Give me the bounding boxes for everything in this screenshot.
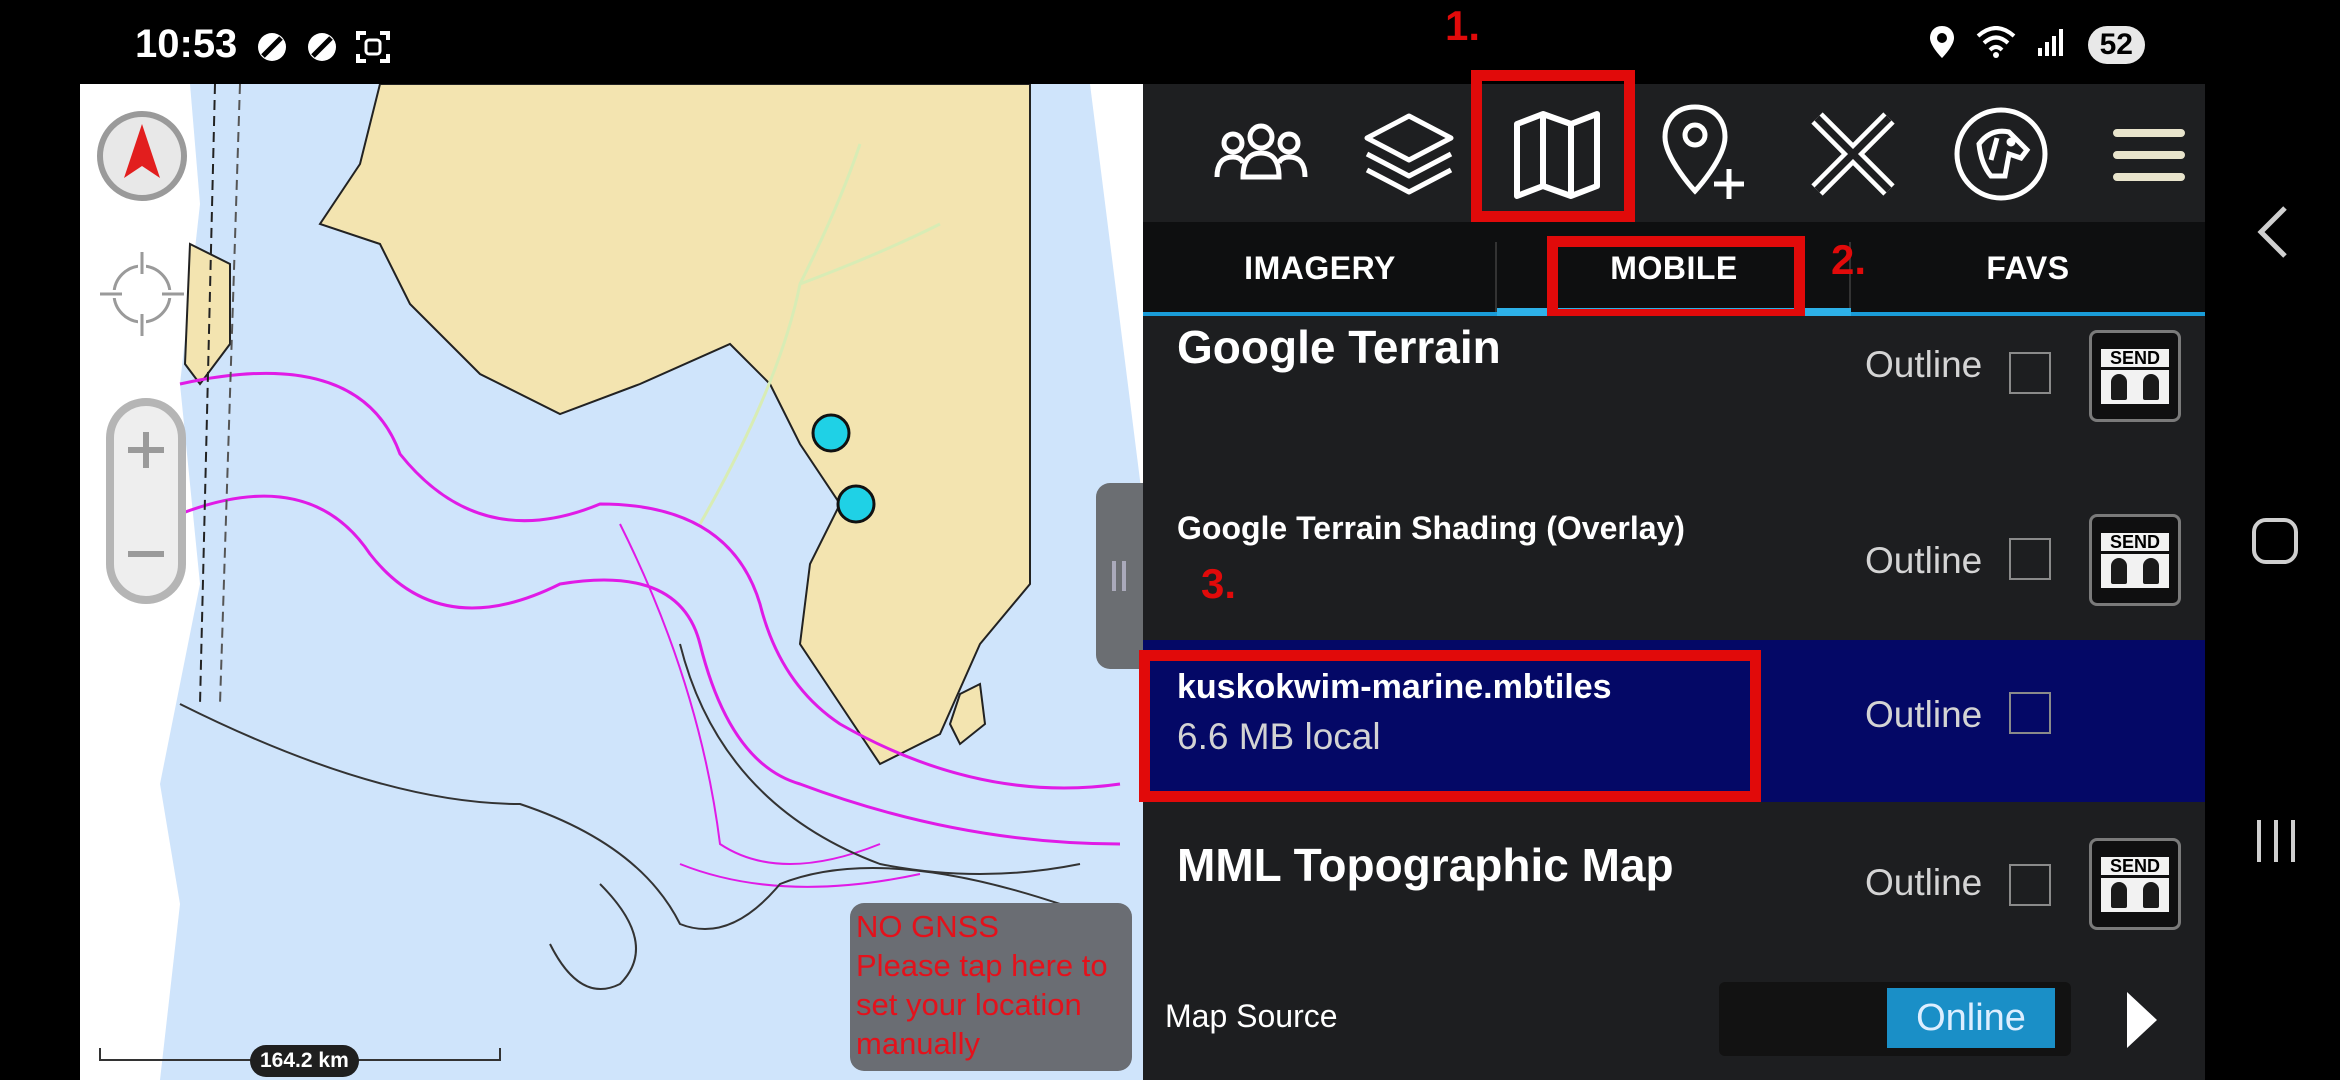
back-icon [2257, 206, 2287, 258]
dog-tracker-icon [1954, 107, 2048, 201]
compass-button[interactable] [94, 108, 190, 209]
send-label: SEND [2101, 532, 2169, 551]
wifi-icon [1976, 26, 2016, 63]
send-button[interactable]: SEND [2089, 838, 2181, 930]
outline-checkbox[interactable] [2009, 352, 2051, 394]
outline-label: Outline [1865, 344, 1983, 385]
send-label: SEND [2101, 856, 2169, 875]
outline-checkbox[interactable] [2009, 538, 2051, 580]
tab-divider [1495, 242, 1497, 314]
map-view[interactable]: 164.2 km NO GNSS Please tap here to set … [80, 84, 1143, 1080]
grip-icon [1112, 561, 1116, 591]
dog-tracker-button[interactable] [1936, 94, 2066, 214]
map-list-item[interactable]: MML Topographic Map Outline SEND [1143, 802, 2205, 966]
tab-favs[interactable]: FAVS [1851, 222, 2205, 314]
map-title: Google Terrain [1177, 321, 1501, 373]
outline-checkbox[interactable] [2009, 864, 2051, 906]
layers-icon [1364, 113, 1454, 195]
recents-button[interactable] [2253, 816, 2299, 871]
add-waypoint-button[interactable] [1640, 94, 1770, 214]
map-source-value: Online [1887, 988, 2055, 1048]
side-panel: IMAGERY MOBILE FAVS 2. Google Terrain Ou… [1139, 70, 2205, 1080]
no-gnss-line: Please tap here to [856, 948, 1108, 983]
step1-label: 1. [1445, 2, 1481, 49]
highlight-local-map [1139, 650, 1761, 802]
home-icon [2252, 518, 2298, 564]
step2-label: 2. [1831, 236, 1867, 283]
map-source-label: Map Source [1165, 998, 1338, 1034]
status-icons-right: 52 [1928, 24, 2145, 65]
no-gnss-line: set your location [856, 987, 1082, 1022]
send-label: SEND [2101, 348, 2169, 367]
status-bar: 10:53 52 [0, 0, 2340, 84]
scale-label: 164.2 km [250, 1045, 359, 1077]
send-button[interactable]: SEND [2089, 330, 2181, 422]
highlight-mobile-tab [1547, 236, 1805, 320]
menu-button[interactable] [2084, 94, 2214, 214]
close-icon [1811, 112, 1895, 196]
waypoint-marker [811, 413, 851, 453]
status-icons-left [255, 30, 390, 64]
battery-indicator: 52 [2087, 25, 2145, 64]
menu-icon [2113, 129, 2185, 181]
highlight-maps-button [1471, 70, 1635, 222]
location-icon [1928, 24, 1956, 65]
no-gnss-line: NO GNSS [856, 909, 999, 944]
zoom-control[interactable] [104, 396, 188, 611]
close-button[interactable] [1788, 94, 1918, 214]
waypoint-marker [836, 484, 876, 524]
map-source-toggle[interactable]: Online [1719, 982, 2071, 1056]
screenshot-icon [355, 30, 390, 64]
drawer-handle[interactable] [1096, 483, 1146, 669]
layers-button[interactable] [1344, 94, 1474, 214]
toolbar [1143, 84, 2205, 222]
clock: 10:53 [135, 22, 238, 66]
dnd-icon [305, 30, 339, 64]
system-nav-bar [2205, 84, 2340, 1080]
people-icon [1214, 123, 1308, 180]
send-icon [2101, 877, 2169, 912]
send-button[interactable]: SEND [2089, 514, 2181, 606]
no-gnss-line: manually [856, 1026, 981, 1061]
map-source-bar: Map Source Online [1143, 964, 2205, 1080]
home-button[interactable] [2250, 516, 2300, 571]
map-list-item[interactable]: Google Terrain Outline SEND [1143, 316, 2205, 482]
next-arrow-icon[interactable] [2127, 992, 2157, 1048]
send-icon [2101, 369, 2169, 404]
tab-imagery[interactable]: IMAGERY [1143, 222, 1497, 314]
send-icon [2101, 553, 2169, 588]
step3-label: 3. [1201, 560, 1237, 607]
people-button[interactable] [1196, 94, 1326, 214]
back-button[interactable] [2255, 204, 2291, 265]
outline-label: Outline [1865, 694, 1983, 735]
outline-label: Outline [1865, 540, 1983, 581]
no-gnss-notice[interactable]: NO GNSS Please tap here to set your loca… [850, 903, 1132, 1071]
map-list-item[interactable]: Google Terrain Shading (Overlay) Outline… [1143, 480, 2205, 642]
locate-button[interactable] [94, 246, 190, 347]
map-title: Google Terrain Shading (Overlay) [1177, 510, 1685, 546]
outline-label: Outline [1865, 862, 1983, 903]
recents-icon [2257, 820, 2295, 862]
map-title: MML Topographic Map [1177, 839, 1674, 891]
signal-icon [2036, 26, 2068, 63]
outline-checkbox[interactable] [2009, 692, 2051, 734]
add-waypoint-icon [1662, 104, 1744, 199]
dnd-icon [255, 30, 289, 64]
